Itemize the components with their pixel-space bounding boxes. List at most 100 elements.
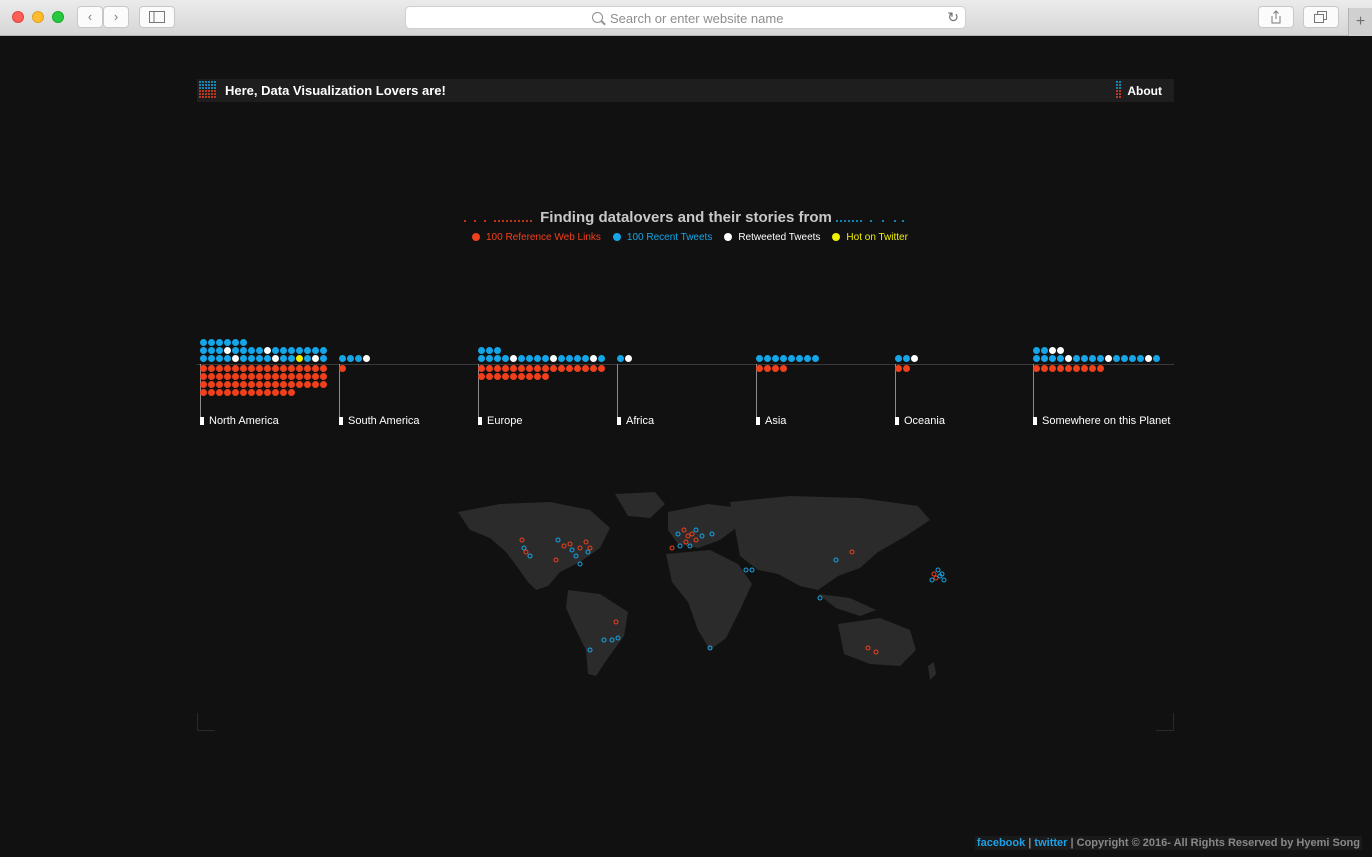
link-dot[interactable] [486,373,493,380]
tweet-dot[interactable] [534,355,541,362]
retweet-dot[interactable] [312,355,319,362]
tweet-dot[interactable] [788,355,795,362]
link-dot[interactable] [566,365,573,372]
tweet-dot[interactable] [582,355,589,362]
link-dot[interactable] [320,381,327,388]
tweet-dot[interactable] [1113,355,1120,362]
link-dot[interactable] [590,365,597,372]
tweet-dot[interactable] [200,355,207,362]
tweet-map-marker[interactable] [749,567,755,573]
back-button[interactable]: ‹ [77,6,103,28]
tweet-dot[interactable] [1097,355,1104,362]
link-dot[interactable] [339,365,346,372]
address-bar[interactable]: Search or enter website name ↻ [405,6,966,29]
link-dot[interactable] [296,365,303,372]
tweet-dot[interactable] [304,347,311,354]
retweet-dot[interactable] [232,355,239,362]
tweet-dot[interactable] [478,347,485,354]
link-dot[interactable] [312,365,319,372]
retweet-dot[interactable] [224,347,231,354]
tweet-dot[interactable] [617,355,624,362]
continent-chart[interactable]: North America [198,330,338,430]
tweet-dot[interactable] [248,355,255,362]
tweet-dot[interactable] [240,347,247,354]
minimize-window-icon[interactable] [32,11,44,23]
retweet-dot[interactable] [272,355,279,362]
link-dot[interactable] [208,373,215,380]
tweet-dot[interactable] [296,347,303,354]
link-dot[interactable] [216,381,223,388]
retweet-dot[interactable] [1065,355,1072,362]
tweet-dot[interactable] [558,355,565,362]
continent-label[interactable]: Asia [765,415,786,427]
new-tab-button[interactable]: + [1348,8,1372,36]
tweet-dot[interactable] [574,355,581,362]
link-dot[interactable] [288,365,295,372]
link-dot[interactable] [312,381,319,388]
link-map-marker[interactable] [669,545,675,551]
link-dot[interactable] [280,389,287,396]
retweet-dot[interactable] [911,355,918,362]
twitter-link[interactable]: twitter [1034,837,1067,849]
tweet-dot[interactable] [280,347,287,354]
tweet-dot[interactable] [1089,355,1096,362]
tweet-dot[interactable] [1033,355,1040,362]
link-dot[interactable] [288,381,295,388]
link-dot[interactable] [216,365,223,372]
link-dot[interactable] [240,381,247,388]
sidebar-toggle-button[interactable] [139,6,175,28]
link-dot[interactable] [304,365,311,372]
link-dot[interactable] [780,365,787,372]
link-dot[interactable] [200,389,207,396]
link-dot[interactable] [216,389,223,396]
tweet-dot[interactable] [756,355,763,362]
link-dot[interactable] [264,389,271,396]
link-dot[interactable] [264,365,271,372]
link-dot[interactable] [248,381,255,388]
link-dot[interactable] [272,365,279,372]
link-dot[interactable] [756,365,763,372]
link-dot[interactable] [518,373,525,380]
link-dot[interactable] [478,365,485,372]
link-dot[interactable] [526,365,533,372]
tweet-dot[interactable] [772,355,779,362]
link-dot[interactable] [248,389,255,396]
retweet-dot[interactable] [550,355,557,362]
continent-label[interactable]: North America [209,415,279,427]
tweet-dot[interactable] [1033,347,1040,354]
link-dot[interactable] [478,373,485,380]
tweet-dot[interactable] [542,355,549,362]
tweet-dot[interactable] [216,339,223,346]
continent-chart[interactable]: Europe [476,330,616,430]
link-dot[interactable] [264,381,271,388]
link-dot[interactable] [1033,365,1040,372]
link-dot[interactable] [558,365,565,372]
link-dot[interactable] [288,389,295,396]
tweet-dot[interactable] [1129,355,1136,362]
link-dot[interactable] [502,365,509,372]
link-dot[interactable] [903,365,910,372]
tweet-dot[interactable] [1081,355,1088,362]
link-dot[interactable] [256,381,263,388]
tweet-dot[interactable] [256,355,263,362]
tweet-dot[interactable] [796,355,803,362]
tweet-dot[interactable] [288,347,295,354]
link-dot[interactable] [1057,365,1064,372]
link-dot[interactable] [1041,365,1048,372]
continent-chart[interactable]: South America [337,330,477,430]
tweet-map-marker[interactable] [577,561,583,567]
link-dot[interactable] [200,365,207,372]
tweet-dot[interactable] [764,355,771,362]
link-dot[interactable] [534,365,541,372]
tweet-dot[interactable] [216,355,223,362]
link-dot[interactable] [272,373,279,380]
tweet-dot[interactable] [494,347,501,354]
link-dot[interactable] [764,365,771,372]
link-dot[interactable] [542,373,549,380]
tabs-overview-button[interactable] [1303,6,1339,28]
tweet-dot[interactable] [486,347,493,354]
zoom-window-icon[interactable] [52,11,64,23]
tweet-dot[interactable] [1153,355,1160,362]
tweet-dot[interactable] [288,355,295,362]
link-dot[interactable] [256,365,263,372]
